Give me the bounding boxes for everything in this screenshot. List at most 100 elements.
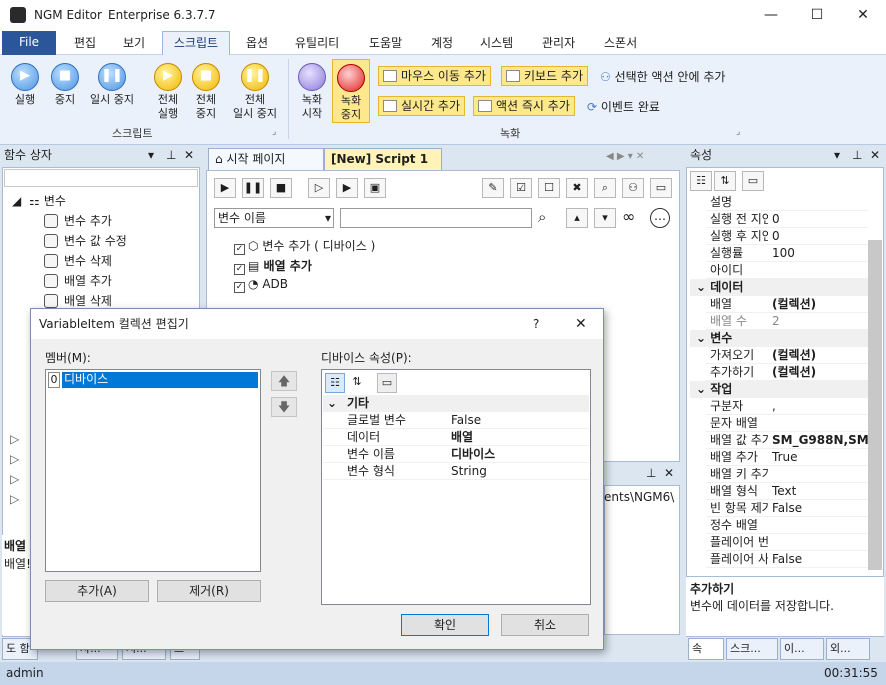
prop-row[interactable]: 플레이어 번호: [706, 534, 868, 551]
realtime-add-button[interactable]: 실시간 추가: [378, 96, 466, 116]
property-pages-icon[interactable]: ▭: [742, 171, 764, 191]
tab-properties[interactable]: 속: [688, 638, 724, 660]
run-button[interactable]: ▶ 실행: [6, 63, 44, 107]
dialog-category[interactable]: ⌄ 기타: [323, 395, 589, 412]
minimize-button[interactable]: —: [748, 0, 794, 31]
play-from-button[interactable]: ▷: [308, 178, 330, 198]
dialog-close-button[interactable]: ✕: [575, 309, 587, 339]
all-pause-button[interactable]: ❚❚ 전체 일시 중지: [226, 63, 284, 121]
close-icon[interactable]: ✕: [870, 146, 880, 165]
group-expand-icon[interactable]: ⌟: [736, 127, 740, 137]
arrow-up-button[interactable]: ▴: [566, 208, 588, 228]
prop-row[interactable]: 배열 수2: [706, 313, 868, 330]
pin-icon[interactable]: ⊥: [646, 464, 656, 483]
maximize-button[interactable]: ☐: [794, 0, 840, 31]
tab-script[interactable]: 스크...: [726, 638, 778, 660]
prop-row[interactable]: 추가하기 (컬렉션): [706, 364, 868, 381]
prop-row[interactable]: 실행 전 지연 0: [706, 211, 868, 228]
menu-account[interactable]: 계정: [431, 34, 453, 51]
all-stop-button[interactable]: ■ 전체 중지: [188, 63, 224, 121]
action-item-2[interactable]: ✓ ◔ ADB: [234, 277, 288, 293]
dialog-prop-row[interactable]: 변수 이름 디바이스: [323, 446, 589, 463]
menu-sponsor[interactable]: 스폰서: [604, 34, 637, 51]
prop-row[interactable]: 배열 (컬렉션): [706, 296, 868, 313]
categorized-icon[interactable]: ☷: [325, 373, 345, 393]
pin-icon[interactable]: ⊥: [166, 146, 176, 165]
tab-image[interactable]: 이...: [780, 638, 824, 660]
prop-row[interactable]: 빈 항목 제거 False: [706, 500, 868, 517]
tree-node-collapsed[interactable]: ▷: [10, 452, 19, 466]
ok-button[interactable]: 확인: [401, 614, 489, 636]
tree-node-collapsed[interactable]: ▷: [10, 472, 19, 486]
prop-category-data[interactable]: ⌄ 데이터: [690, 279, 868, 296]
prop-row[interactable]: 배열 형식 Text: [706, 483, 868, 500]
pause-button[interactable]: ❚❚ 일시 중지: [84, 63, 140, 107]
play-selected-button[interactable]: ▶: [336, 178, 358, 198]
prop-row[interactable]: 실행 후 지연 0: [706, 228, 868, 245]
tree-item-add-array[interactable]: 배열 추가: [44, 272, 112, 289]
prop-row[interactable]: 배열 키 추가: [706, 466, 868, 483]
prop-row[interactable]: 배열 값 추가 SM_G988N,SM: [706, 432, 868, 449]
edit-icon[interactable]: ✎: [482, 178, 504, 198]
more-icon[interactable]: …: [650, 208, 670, 228]
variable-name-combo[interactable]: 변수 이름 ▾: [214, 208, 334, 228]
prop-row[interactable]: 배열 추가 True: [706, 449, 868, 466]
prop-category-variable[interactable]: ⌄ 변수: [690, 330, 868, 347]
stop-button[interactable]: ■: [270, 178, 292, 198]
check-outline-icon[interactable]: ☐: [538, 178, 560, 198]
properties-scrollbar[interactable]: [868, 240, 882, 570]
menu-file[interactable]: File: [2, 31, 56, 55]
tree-item-delete-array[interactable]: 배열 삭제: [44, 292, 112, 309]
close-icon[interactable]: ✕: [664, 464, 674, 483]
dialog-prop-row[interactable]: 글로벌 변수 False: [323, 412, 589, 429]
close-button[interactable]: ✕: [840, 0, 886, 31]
tree-item-add-variable[interactable]: 변수 추가: [44, 212, 112, 229]
play-step-button[interactable]: ▣: [364, 178, 386, 198]
tab-external[interactable]: 외...: [826, 638, 870, 660]
menu-options[interactable]: 옵션: [246, 34, 268, 51]
action-item-0[interactable]: ✓ ⬡ 변수 추가 ( 디바이스 ): [234, 237, 375, 255]
tree-icon[interactable]: ⚇: [622, 178, 644, 198]
member-item[interactable]: 디바이스: [62, 372, 258, 388]
tree-node-collapsed[interactable]: ▷: [10, 432, 19, 446]
add-button[interactable]: 추가(A): [45, 580, 149, 602]
mouse-move-add-button[interactable]: 마우스 이동 추가: [378, 66, 491, 86]
prop-row[interactable]: 가져오기 (컬렉션): [706, 347, 868, 364]
tree-node-collapsed[interactable]: ▷: [10, 492, 19, 506]
tree-item-edit-variable[interactable]: 변수 값 수정: [44, 232, 127, 249]
menu-edit[interactable]: 편집: [74, 34, 96, 51]
pin-icon[interactable]: ⊥: [852, 146, 862, 165]
menu-utility[interactable]: 유틸리티: [295, 34, 339, 51]
cancel-button[interactable]: 취소: [501, 614, 589, 636]
arrow-down-button[interactable]: ▾: [594, 208, 616, 228]
tab-script-1[interactable]: [New] Script 1 ✕: [324, 148, 442, 187]
dialog-prop-row[interactable]: 변수 형식 String: [323, 463, 589, 480]
stop-button[interactable]: ■ 중지: [46, 63, 84, 107]
event-done-button[interactable]: ⟳ 이벤트 완료: [587, 98, 660, 115]
tab-nav-icon[interactable]: ◀ ▶ ▾ ✕: [606, 151, 644, 162]
members-list[interactable]: 0 디바이스: [45, 369, 261, 572]
search-icon[interactable]: ⌕: [538, 208, 546, 226]
check-icon[interactable]: ☑: [510, 178, 532, 198]
categorized-icon[interactable]: ☷: [690, 171, 712, 191]
tree-item-delete-variable[interactable]: 변수 삭제: [44, 252, 112, 269]
link-icon[interactable]: ∞: [622, 207, 635, 226]
function-search-input[interactable]: [4, 169, 198, 187]
dropdown-icon[interactable]: ▾: [834, 146, 840, 165]
instant-add-button[interactable]: 액션 즉시 추가: [473, 96, 575, 116]
dialog-prop-row[interactable]: 데이터 배열: [323, 429, 589, 446]
checkbox[interactable]: ✓: [234, 264, 245, 275]
add-in-action-button[interactable]: ⚇ 선택한 액션 안에 추가: [600, 68, 725, 85]
record-stop-button[interactable]: 녹화 중지: [332, 59, 370, 123]
filter-input[interactable]: [340, 208, 532, 228]
menu-admin[interactable]: 관리자: [542, 34, 575, 51]
property-pages-icon[interactable]: ▭: [377, 373, 397, 393]
sort-az-icon[interactable]: ⇅: [714, 171, 736, 191]
close-icon[interactable]: ✕: [184, 146, 194, 165]
keyboard-add-button[interactable]: 키보드 추가: [501, 66, 589, 86]
pause-button[interactable]: ❚❚: [242, 178, 264, 198]
prop-category-work[interactable]: ⌄ 작업: [690, 381, 868, 398]
prop-row[interactable]: 실행률 100: [706, 245, 868, 262]
menu-help[interactable]: 도움말: [369, 34, 402, 51]
prop-row[interactable]: 구분자,: [706, 398, 868, 415]
